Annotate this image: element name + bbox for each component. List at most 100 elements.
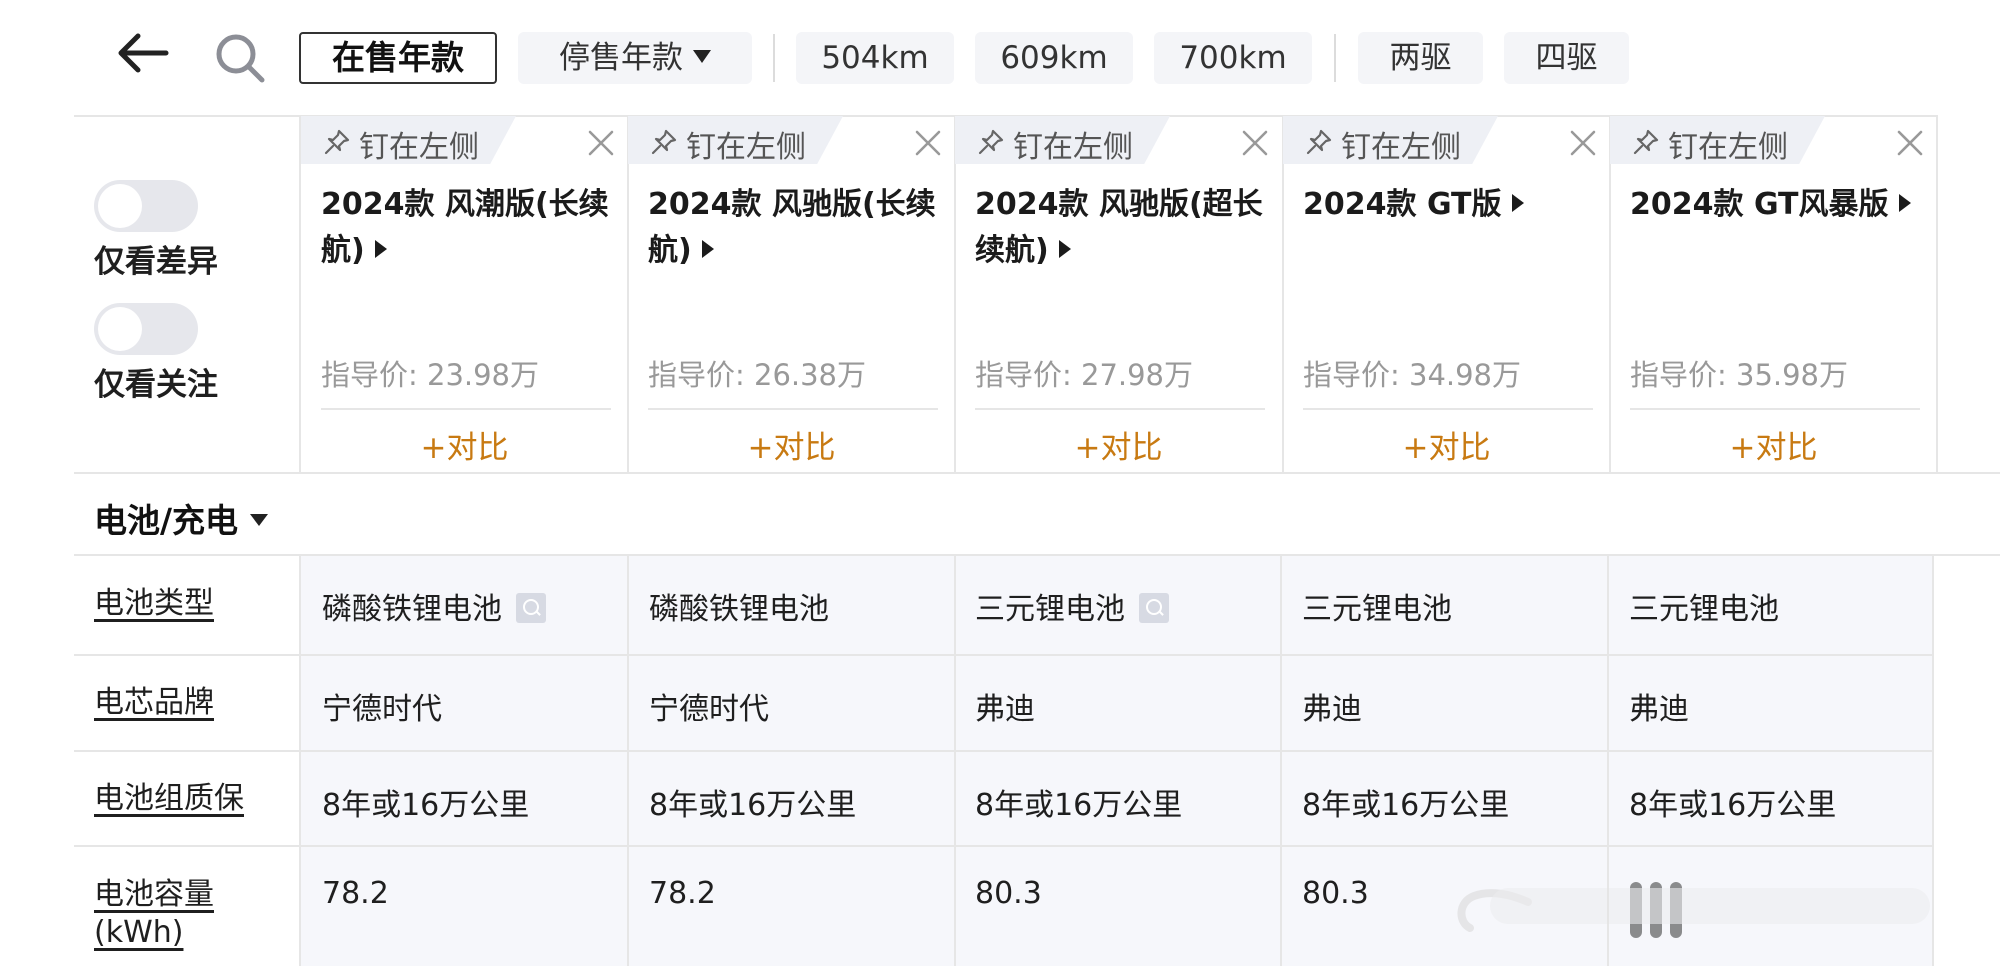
table-cell: 弗迪: [1629, 692, 1689, 727]
focus-only-label: 仅看关注: [94, 367, 218, 403]
row-label-battery-warranty[interactable]: 电池组质保: [94, 780, 244, 818]
add-compare-button[interactable]: +对比: [1283, 422, 1610, 467]
pin-icon: [324, 129, 350, 155]
pin-left-button[interactable]: 钉在左侧: [955, 116, 1170, 164]
pin-left-button[interactable]: 钉在左侧: [301, 116, 516, 164]
search-detail-icon[interactable]: [1139, 593, 1169, 623]
pin-icon: [1633, 129, 1659, 155]
table-cell: 8年或16万公里: [975, 788, 1183, 823]
row-label-line: (kWh): [94, 915, 184, 950]
guide-price: 指导价: 27.98万: [975, 358, 1194, 392]
play-arrow-icon: [1898, 194, 1911, 212]
pin-label: 钉在左侧: [686, 130, 806, 165]
table-cell: 8年或16万公里: [649, 788, 857, 823]
top-filter-bar: 在售年款 停售年款 504km 609km 700km 两驱 四驱: [0, 0, 2000, 116]
filter-chip-4wd[interactable]: 四驱: [1504, 32, 1629, 84]
filter-chip-609km-label: 609km: [1000, 40, 1108, 76]
column-divider: [627, 556, 629, 966]
guide-price: 指导价: 34.98万: [1303, 358, 1522, 392]
play-arrow-icon: [1511, 194, 1524, 212]
model-title[interactable]: 2024款 风潮版(长续航): [321, 182, 621, 274]
table-cell: 弗迪: [1302, 692, 1362, 727]
table-cell: 三元锂电池: [1629, 584, 1779, 628]
card-divider: [648, 408, 938, 410]
filter-divider: [1334, 34, 1336, 82]
row-label-cell-brand[interactable]: 电芯品牌: [94, 684, 214, 722]
filter-chip-609km[interactable]: 609km: [975, 32, 1133, 84]
guide-price: 指导价: 23.98万: [321, 358, 540, 392]
model-title[interactable]: 2024款 GT版: [1303, 182, 1603, 228]
watermark-logo: [1457, 882, 1930, 938]
model-title[interactable]: 2024款 GT风暴版: [1630, 182, 1930, 228]
card-divider: [975, 408, 1265, 410]
focus-only-toggle[interactable]: [94, 303, 198, 355]
pin-left-button[interactable]: 钉在左侧: [628, 116, 843, 164]
close-icon[interactable]: [1568, 128, 1598, 158]
pin-left-button[interactable]: 钉在左侧: [1610, 116, 1825, 164]
table-row-divider: [74, 654, 1934, 656]
section-title-text: 电池/充电: [94, 501, 239, 540]
filter-chip-2wd-label: 两驱: [1389, 40, 1452, 76]
table-cell: 8年或16万公里: [322, 788, 530, 823]
close-icon[interactable]: [1895, 128, 1925, 158]
model-title-text: 2024款 风潮版(长续航): [321, 187, 609, 268]
play-arrow-icon: [374, 240, 387, 258]
close-icon[interactable]: [913, 128, 943, 158]
model-card: 钉在左侧 2024款 风驰版(长续航) 指导价: 26.38万 +对比: [628, 116, 955, 472]
table-cell: 8年或16万公里: [1629, 788, 1837, 823]
back-arrow-icon[interactable]: [112, 28, 172, 78]
table-cell: 宁德时代: [322, 692, 442, 727]
pin-left-button[interactable]: 钉在左侧: [1283, 116, 1498, 164]
filter-chip-on-sale[interactable]: 在售年款: [299, 32, 497, 84]
pin-icon: [1306, 129, 1332, 155]
model-title[interactable]: 2024款 风驰版(长续航): [648, 182, 948, 274]
model-card: 钉在左侧 2024款 风潮版(长续航) 指导价: 23.98万 +对比: [301, 116, 628, 472]
table-row-divider: [74, 845, 1934, 847]
column-divider: [299, 556, 301, 966]
filter-chip-2wd[interactable]: 两驱: [1358, 32, 1483, 84]
filter-chip-700km[interactable]: 700km: [1154, 32, 1312, 84]
cell-text: 三元锂电池: [975, 592, 1125, 627]
toggle-knob: [98, 184, 142, 228]
close-icon[interactable]: [586, 128, 616, 158]
add-compare-button[interactable]: +对比: [1610, 422, 1937, 467]
pin-icon: [651, 129, 677, 155]
cell-text: 三元锂电池: [1629, 592, 1779, 627]
guide-price: 指导价: 26.38万: [648, 358, 867, 392]
cell-text: 磷酸铁锂电池: [649, 592, 829, 627]
model-title[interactable]: 2024款 风驰版(超长续航): [975, 182, 1275, 274]
filter-chip-discontinued[interactable]: 停售年款: [518, 32, 752, 84]
table-cell: 78.2: [649, 876, 716, 911]
filter-chip-on-sale-label: 在售年款: [332, 38, 464, 77]
section-battery-charging[interactable]: 电池/充电: [94, 494, 269, 542]
row-label-line: 电池容量: [94, 877, 214, 912]
close-icon[interactable]: [1240, 128, 1270, 158]
add-compare-button[interactable]: +对比: [301, 422, 628, 467]
card-divider: [1303, 408, 1593, 410]
model-card: 钉在左侧 2024款 风驰版(超长续航) 指导价: 27.98万 +对比: [955, 116, 1282, 472]
column-divider: [1280, 556, 1282, 966]
chevron-down-icon: [693, 50, 711, 63]
card-divider: [321, 408, 611, 410]
table-cell: 8年或16万公里: [1302, 788, 1510, 823]
model-title-text: 2024款 GT风暴版: [1630, 187, 1889, 222]
filter-chip-discontinued-label: 停售年款: [559, 40, 683, 76]
diff-only-toggle[interactable]: [94, 180, 198, 232]
chevron-down-icon: [250, 514, 269, 526]
table-cell: 弗迪: [975, 692, 1035, 727]
add-compare-button[interactable]: +对比: [955, 422, 1282, 467]
play-arrow-icon: [701, 240, 714, 258]
row-label-battery-capacity[interactable]: 电池容量 (kWh): [94, 876, 214, 952]
table-cell: 磷酸铁锂电池: [649, 584, 829, 628]
add-compare-button[interactable]: +对比: [628, 422, 955, 467]
search-icon[interactable]: [212, 30, 268, 86]
cell-text: 磷酸铁锂电池: [322, 592, 502, 627]
search-detail-icon[interactable]: [516, 593, 546, 623]
pin-icon: [978, 129, 1004, 155]
table-cell: 三元锂电池: [975, 584, 1169, 628]
play-arrow-icon: [1058, 240, 1071, 258]
filter-chip-504km[interactable]: 504km: [796, 32, 954, 84]
row-label-battery-type[interactable]: 电池类型: [94, 585, 214, 623]
filter-chip-4wd-label: 四驱: [1535, 40, 1598, 76]
pin-label: 钉在左侧: [1013, 130, 1133, 165]
